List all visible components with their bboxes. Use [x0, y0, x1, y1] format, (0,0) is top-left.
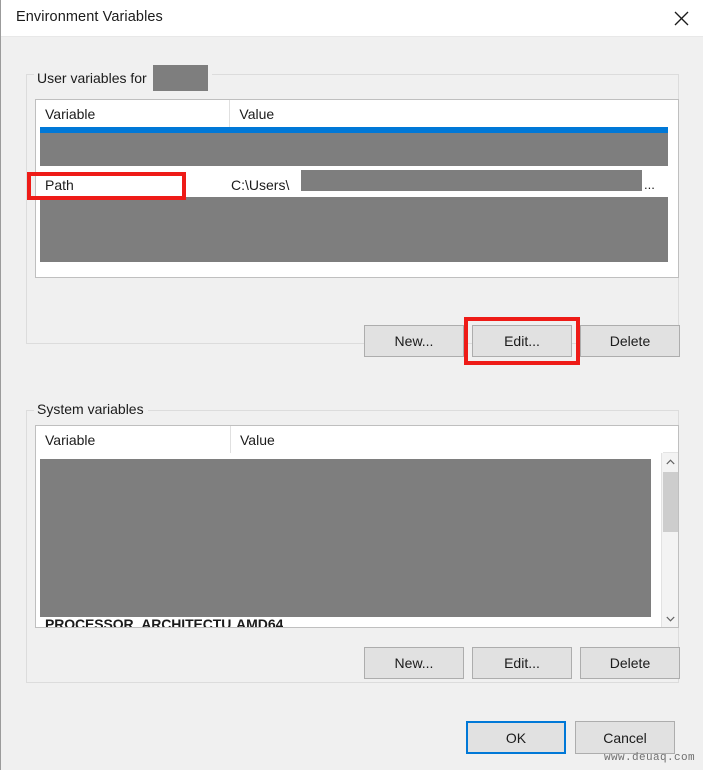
system-variables-scrollbar[interactable]: [661, 453, 678, 627]
chevron-up-icon[interactable]: [662, 453, 678, 470]
chevron-down-icon[interactable]: [662, 610, 678, 627]
list-item[interactable]: [40, 133, 668, 166]
list-item-value-path[interactable]: C:\Users\: [231, 177, 289, 193]
user-delete-button[interactable]: Delete: [580, 325, 680, 357]
close-icon[interactable]: [658, 0, 703, 36]
user-variables-list[interactable]: Variable Value Path C:\Users\ ...: [35, 99, 679, 278]
dialog-client-area: User variables for Variable Value Path C…: [2, 37, 703, 770]
system-variables-list-header: Variable Value: [36, 426, 678, 453]
scrollbar-thumb[interactable]: [663, 472, 678, 532]
user-variables-list-body[interactable]: Path C:\Users\ ...: [36, 127, 678, 277]
user-variables-legend: User variables for: [34, 65, 212, 91]
system-variables-legend-text: System variables: [37, 401, 144, 417]
user-edit-button[interactable]: Edit...: [472, 325, 572, 357]
user-variables-legend-text: User variables for: [37, 70, 147, 86]
cancel-button[interactable]: Cancel: [575, 721, 675, 754]
window-title: Environment Variables: [16, 9, 163, 25]
ok-button[interactable]: OK: [466, 721, 566, 754]
system-variables-list[interactable]: Variable Value PROCESSOR_ARCHITECTU AMD6…: [35, 425, 679, 628]
system-delete-button[interactable]: Delete: [580, 647, 680, 679]
system-new-button[interactable]: New...: [364, 647, 464, 679]
column-header-variable[interactable]: Variable: [36, 426, 231, 453]
environment-variables-dialog: Environment Variables User variables for…: [0, 0, 703, 770]
system-variables-list-body[interactable]: PROCESSOR_ARCHITECTU AMD64: [36, 453, 678, 627]
column-header-value[interactable]: Value: [231, 426, 663, 453]
system-variables-legend: System variables: [34, 401, 148, 417]
list-item-variable-path[interactable]: Path: [45, 177, 74, 193]
list-item-variable-processor-architecture[interactable]: PROCESSOR_ARCHITECTU: [45, 616, 231, 627]
title-bar: Environment Variables: [1, 0, 703, 37]
username-redaction: [152, 65, 208, 91]
list-item[interactable]: [40, 459, 651, 617]
path-value-redaction: [301, 170, 642, 191]
user-new-button[interactable]: New...: [364, 325, 464, 357]
column-header-variable[interactable]: Variable: [36, 100, 231, 127]
column-header-value[interactable]: Value: [230, 100, 678, 127]
watermark: www.deuaq.com: [603, 752, 695, 764]
list-item-value-ellipsis: ...: [644, 177, 655, 192]
system-edit-button[interactable]: Edit...: [472, 647, 572, 679]
list-item[interactable]: [40, 197, 668, 262]
list-item-value-processor-architecture[interactable]: AMD64: [236, 616, 283, 627]
user-variables-list-header: Variable Value: [36, 100, 678, 127]
